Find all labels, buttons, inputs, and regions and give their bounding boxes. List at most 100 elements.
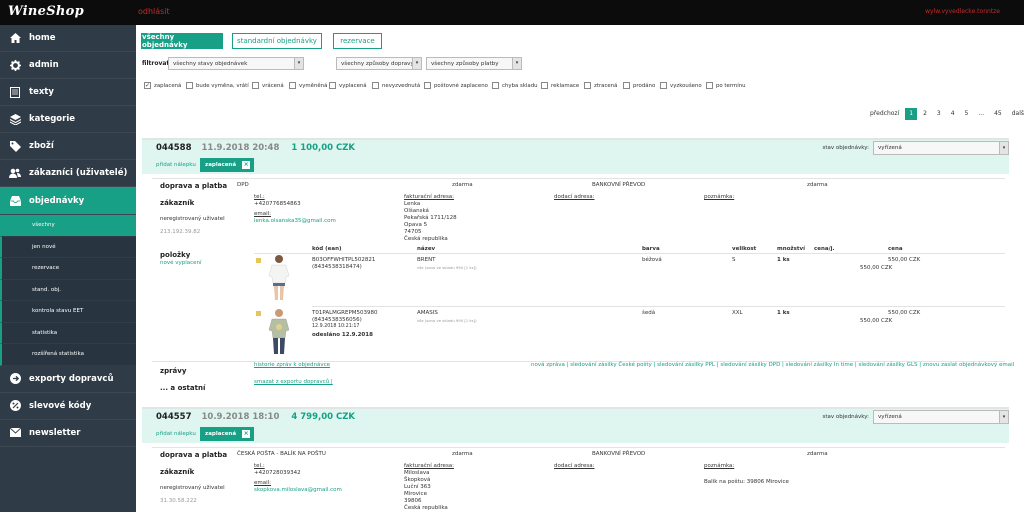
other-label: ... a ostatní [160, 384, 206, 392]
order-state-select[interactable]: všechny stavy objednávek ▾ [168, 57, 304, 70]
shipping-select[interactable]: všechny způsoby dopravy ▾ [336, 57, 422, 70]
checkbox-zaplacena[interactable]: ✓ zaplacená [144, 82, 181, 89]
pagination-ellipsis: ... [978, 110, 985, 117]
sidebar-item-kategorie[interactable]: kategorie [0, 106, 136, 133]
add-sticker-link[interactable]: přidat nálepku [156, 431, 196, 437]
pagination-page-45[interactable]: 45 [990, 108, 1006, 120]
checkbox-bude-vymena[interactable]: bude vyměna, vrátí [186, 82, 249, 89]
phone-label: tel.: [254, 463, 265, 469]
chevron-down-icon: ▾ [412, 58, 421, 69]
order-status-label: stav objednávky: [822, 414, 869, 420]
sidebar-subitem-rozsirena-statistika[interactable]: rozšířená statistika [0, 344, 136, 366]
shipping-select-value: všechny způsoby dopravy [341, 61, 414, 67]
item-name[interactable]: AMASIS [417, 310, 438, 316]
sidebar-subitem-rezervace[interactable]: rezervace [0, 258, 136, 280]
order-status-select[interactable]: vyřízená ▾ [873, 410, 1009, 424]
status-badge-label: zaplacená [205, 162, 237, 168]
new-billing-link[interactable]: nové vyplacení [160, 260, 202, 266]
item-date: 12.9.2018 10:21:17 [312, 324, 360, 329]
checkbox-box[interactable] [623, 82, 630, 89]
sidebar-subitem-stand-obj[interactable]: stand. obj. [0, 279, 136, 301]
checkbox-vyplacena[interactable]: vyplacená [329, 82, 367, 89]
chevron-down-icon: ▾ [999, 411, 1008, 423]
tab-standardni-objednavky[interactable]: standardní objednávky [232, 33, 322, 49]
checkbox-box[interactable]: ✓ [144, 82, 151, 89]
message-links[interactable]: nová zpráva | sledování zásilky České po… [531, 362, 1014, 368]
close-icon[interactable]: × [242, 161, 251, 169]
checkbox-box[interactable] [252, 82, 259, 89]
checkbox-box[interactable] [706, 82, 713, 89]
message-history-link[interactable]: historie zpráv k objednávce [254, 362, 330, 368]
carrier: ČESKÁ POŠTA - BALÍK NA POŠTU [237, 451, 326, 457]
checkbox-label: prodáno [633, 82, 656, 89]
checkbox-box[interactable] [424, 82, 431, 89]
pagination-page-5[interactable]: 5 [961, 108, 973, 120]
order-id[interactable]: 044557 [156, 412, 192, 422]
pagination-next[interactable]: další [1008, 108, 1024, 120]
checkbox-vymenena[interactable]: vyměněná [289, 82, 327, 89]
pagination-page-2[interactable]: 2 [919, 108, 931, 120]
close-icon[interactable]: × [242, 430, 251, 438]
pagination-page-4[interactable]: 4 [947, 108, 959, 120]
sidebar-item-newsletter[interactable]: newsletter [0, 420, 136, 447]
checkbox-nevyzvednuta[interactable]: nevyzvednutá [372, 82, 420, 89]
checkbox-ztracena[interactable]: ztracená [584, 82, 617, 89]
inbox-icon [9, 195, 21, 207]
pagination-page-1[interactable]: 1 [905, 108, 918, 120]
logo[interactable]: WineShop [8, 4, 84, 19]
customer-type: neregistrovaný uživatel [160, 485, 225, 491]
sidebar-item-label: kategorie [29, 114, 76, 124]
checkbox-box[interactable] [584, 82, 591, 89]
checkbox-box[interactable] [329, 82, 336, 89]
warning-link[interactable]: wylw.vyvedlecke.tonntze [925, 8, 1000, 15]
payment-select[interactable]: všechny způsoby platby ▾ [426, 57, 522, 70]
checkbox-prodano[interactable]: prodáno [623, 82, 655, 89]
chevron-down-icon: ▾ [294, 58, 303, 69]
email-value[interactable]: lenka.olsanska35@gmail.com [254, 218, 336, 224]
sidebar-subitem-statistika[interactable]: statistika [0, 322, 136, 344]
checkbox-box[interactable] [186, 82, 193, 89]
shipping-label: doprava a platba [160, 451, 228, 459]
item-qty: 1 ks [777, 310, 790, 316]
product-image[interactable] [266, 254, 292, 302]
sidebar-item-admin[interactable]: admin [0, 52, 136, 79]
order-id[interactable]: 044588 [156, 143, 192, 153]
remove-export-link[interactable]: smazat z exportu dopravců | [254, 379, 333, 385]
order-status-select[interactable]: vyřízená ▾ [873, 141, 1009, 155]
logout-link[interactable]: odhlásit [138, 7, 170, 16]
sidebar-item-home[interactable]: home [0, 25, 136, 52]
payment-select-value: všechny způsoby platby [431, 61, 499, 67]
tab-rezervace[interactable]: rezervace [333, 33, 382, 49]
checkbox-box[interactable] [541, 82, 548, 89]
product-image[interactable] [266, 308, 292, 356]
sidebar-subitem-jen-nove[interactable]: jen nové [0, 236, 136, 258]
checkbox-box[interactable] [492, 82, 499, 89]
note-label: poznámka: [704, 463, 735, 469]
checkbox-po-terminu[interactable]: po termínu [706, 82, 746, 89]
sidebar-item-exporty[interactable]: exporty dopravců [0, 366, 136, 393]
payment-price: zdarma [807, 182, 828, 188]
sidebar-item-objednavky[interactable]: objednávky [0, 187, 136, 215]
checkbox-postovne-zaplaceno[interactable]: poštovné zaplaceno [424, 82, 488, 89]
sidebar-item-zbozi[interactable]: zboží [0, 133, 136, 160]
item-name[interactable]: BRENT [417, 257, 436, 263]
checkbox-box[interactable] [660, 82, 667, 89]
sidebar-subitem-kontrola-eet[interactable]: kontrola stavu EET [0, 301, 136, 323]
add-sticker-link[interactable]: přidat nálepku [156, 162, 196, 168]
checkbox-vracena[interactable]: vrácená [252, 82, 284, 89]
pagination-page-3[interactable]: 3 [933, 108, 945, 120]
pagination-prev[interactable]: předchozí [866, 108, 903, 120]
checkbox-box[interactable] [289, 82, 296, 89]
tab-vsechny-objednavky[interactable]: všechny objednávky [141, 33, 223, 49]
checkbox-reklamace[interactable]: reklamace [541, 82, 579, 89]
order-price: 1 100,00 CZK [291, 143, 355, 153]
email-value[interactable]: skopkova.miloslava@gmail.com [254, 487, 342, 493]
sidebar-subitem-vsechny[interactable]: všechny [0, 215, 136, 237]
customer-type: neregistrovaný uživatel [160, 216, 225, 222]
checkbox-chyba-skladu[interactable]: chyba skladu [492, 82, 538, 89]
checkbox-vyzkouseno[interactable]: vyzkoušeno [660, 82, 702, 89]
sidebar-item-texty[interactable]: texty [0, 79, 136, 106]
checkbox-box[interactable] [372, 82, 379, 89]
sidebar-item-zakaznici[interactable]: zákazníci (uživatelé) [0, 160, 136, 187]
sidebar-item-slevove-kody[interactable]: slevové kódy [0, 393, 136, 420]
